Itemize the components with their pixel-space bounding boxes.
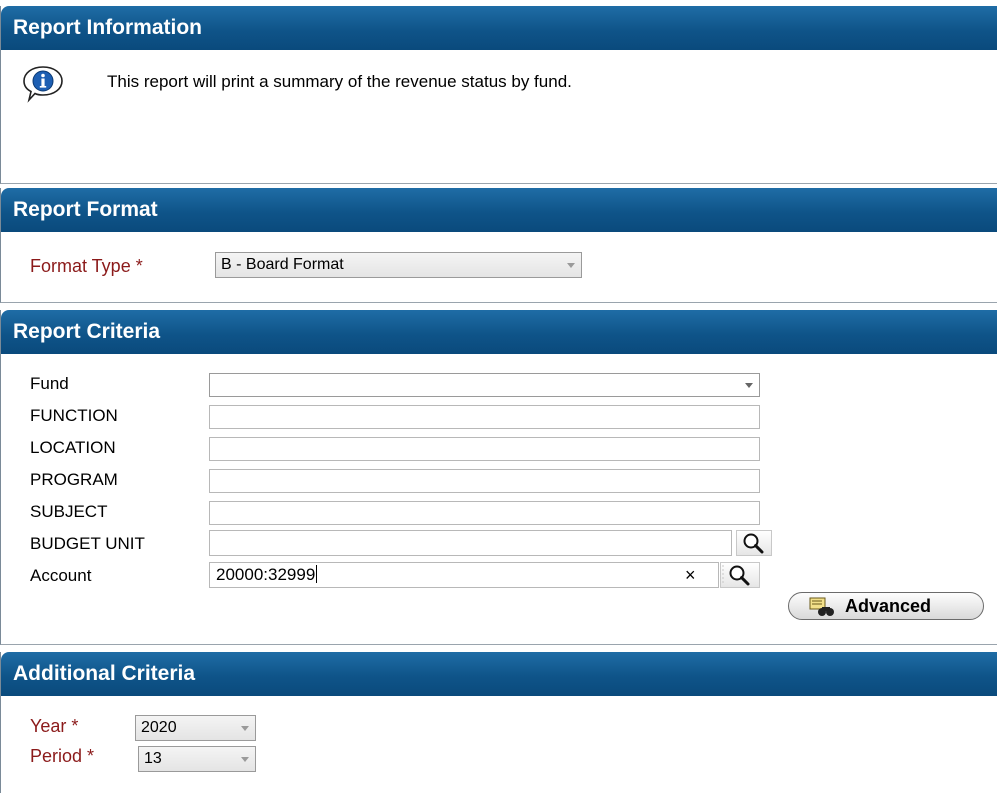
account-input[interactable]: 20000:32999 (209, 562, 719, 588)
program-input[interactable] (209, 469, 760, 493)
period-select[interactable]: 13 (138, 746, 256, 772)
clear-icon[interactable]: × (685, 565, 696, 586)
account-label: Account (30, 566, 92, 585)
subject-label: SUBJECT (30, 502, 108, 521)
budget-unit-input[interactable] (209, 530, 732, 556)
report-description: This report will print a summary of the … (107, 72, 572, 91)
format-type-label: Format Type * (30, 256, 143, 277)
program-label: PROGRAM (30, 470, 118, 489)
chevron-down-icon (567, 263, 575, 268)
chevron-down-icon (241, 757, 249, 762)
report-format-header: Report Format (1, 188, 997, 232)
account-value: 20000:32999 (216, 565, 316, 584)
format-type-label-text: Format Type (30, 256, 131, 276)
report-format-panel: Report Format Format Type * B - Board Fo… (0, 188, 997, 303)
subject-input[interactable] (209, 501, 760, 525)
fund-select[interactable] (209, 373, 760, 397)
account-lookup-button[interactable] (720, 562, 760, 588)
advanced-label: Advanced (845, 596, 932, 616)
budget-unit-label: BUDGET UNIT (30, 534, 145, 553)
function-input[interactable] (209, 405, 760, 429)
year-value: 2020 (141, 719, 177, 736)
format-type-value: B - Board Format (221, 256, 344, 273)
advanced-button[interactable]: Advanced (788, 592, 984, 620)
report-information-header: Report Information (1, 6, 997, 50)
location-label: LOCATION (30, 438, 116, 457)
additional-criteria-panel: Additional Criteria Year * 2020 Period *… (0, 652, 997, 793)
report-information-panel: Report Information This report will prin… (0, 6, 997, 184)
required-marker: * (135, 256, 143, 276)
fund-label: Fund (30, 374, 69, 393)
period-label-text: Period (30, 746, 83, 766)
search-icon (722, 565, 750, 586)
text-cursor (316, 565, 318, 583)
period-value: 13 (144, 750, 162, 767)
year-label: Year * (30, 716, 78, 737)
format-type-select[interactable]: B - Board Format (215, 252, 582, 278)
report-criteria-panel: Report Criteria Fund FUNCTION LOCATION P… (0, 310, 997, 645)
location-input[interactable] (209, 437, 760, 461)
chevron-down-icon (745, 383, 753, 388)
report-criteria-header: Report Criteria (1, 310, 997, 354)
additional-criteria-header: Additional Criteria (1, 652, 997, 696)
year-select[interactable]: 2020 (135, 715, 256, 741)
info-icon (23, 66, 63, 103)
required-marker: * (71, 716, 79, 736)
period-label: Period * (30, 746, 94, 767)
binoculars-icon (809, 597, 834, 616)
budget-unit-lookup-button[interactable] (736, 530, 772, 556)
required-marker: * (87, 746, 95, 766)
search-icon (743, 533, 764, 554)
chevron-down-icon (241, 726, 249, 731)
function-label: FUNCTION (30, 406, 118, 425)
year-label-text: Year (30, 716, 67, 736)
